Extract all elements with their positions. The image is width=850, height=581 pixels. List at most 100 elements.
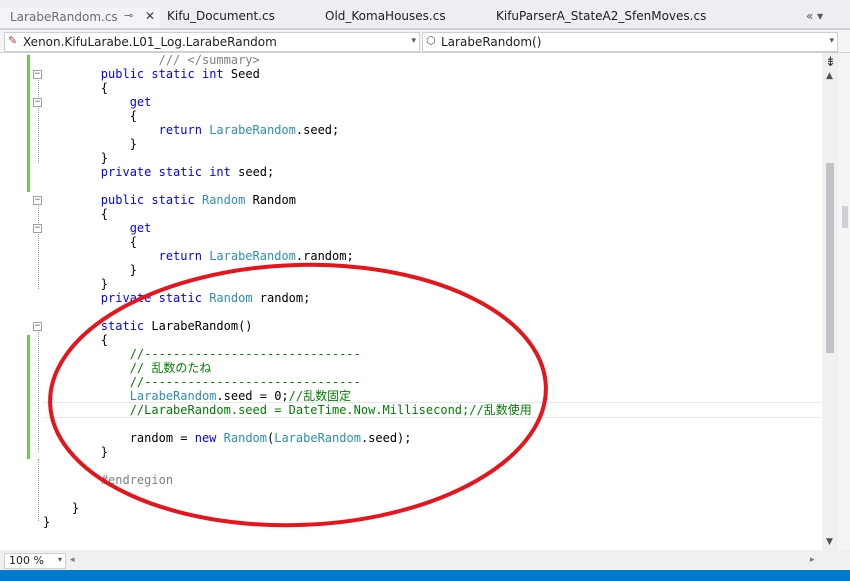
member-dropdown-value: LarabeRandom() (441, 35, 542, 49)
code-text: { (43, 109, 137, 123)
type-dropdown-value: Xenon.KifuLarabe.L01_Log.LarabeRandom (23, 35, 277, 49)
code-line: { (0, 235, 822, 249)
code-text: LarabeRandom.seed = 0;//乱数固定 (129, 389, 352, 403)
code-text: get (129, 221, 152, 235)
code-text: } (43, 151, 109, 165)
code-line: } (0, 151, 822, 165)
code-line: //LarabeRandom.seed = DateTime.Now.Milli… (0, 403, 822, 417)
code-line: } (0, 445, 822, 459)
code-line: //------------------------------ (0, 375, 822, 389)
collapse-icon[interactable]: − (33, 224, 42, 233)
class-icon: ✎ (8, 34, 18, 47)
code-line: random = new Random(LarabeRandom.seed); (0, 431, 822, 445)
code-line: private static Random random; (0, 291, 822, 305)
code-text: } (43, 515, 51, 529)
code-text: private static int seed; (100, 165, 275, 179)
code-text: //LarabeRandom.seed = DateTime.Now.Milli… (43, 403, 532, 417)
code-line: } (0, 263, 822, 277)
chevron-down-icon: ▾ (411, 36, 416, 46)
zoom-dropdown[interactable]: 100 % ▾ (4, 553, 66, 569)
tab-label: Old_KomaHouses.cs (325, 9, 446, 23)
vertical-scrollbar[interactable]: ⇟ ▲ ▼ (822, 53, 838, 550)
scroll-down-icon[interactable]: ▼ (826, 537, 833, 547)
code-line: { (0, 81, 822, 95)
scrollbar-thumb[interactable] (826, 163, 834, 353)
status-bar (0, 570, 850, 581)
code-text: get (129, 95, 152, 109)
code-line: − static LarabeRandom() (0, 319, 822, 333)
code-line: } (0, 501, 822, 515)
code-line: } (0, 137, 822, 151)
code-text: } (43, 445, 109, 459)
tab-label: LarabeRandom.cs (10, 10, 118, 24)
code-text: { (43, 81, 109, 95)
code-line: #endregion (0, 473, 822, 487)
close-icon[interactable]: ✕ (145, 9, 155, 23)
scroll-up-icon[interactable]: ▲ (826, 71, 833, 81)
code-line: LarabeRandom.seed = 0;//乱数固定 (0, 389, 822, 403)
code-text: } (43, 263, 137, 277)
code-text: return LarabeRandom.random; (158, 249, 354, 263)
code-text: } (43, 501, 80, 515)
code-editor[interactable]: /// </summary> − public static int Seed … (0, 53, 822, 550)
code-line: { (0, 207, 822, 221)
tab-label: KifuParserA_StateA2_SfenMoves.cs (496, 9, 707, 23)
editor-bottom-bar: 100 % ▾ ◂ ▸ (0, 550, 850, 570)
chevron-down-icon: ▾ (57, 555, 62, 564)
code-text: private static Random random; (100, 291, 311, 305)
method-icon: ⬡ (426, 34, 436, 47)
code-text: //------------------------------ (43, 375, 361, 389)
code-line: } (0, 277, 822, 291)
code-text: /// </summary> (100, 53, 260, 67)
code-line: } (0, 515, 822, 529)
code-line: { (0, 333, 822, 347)
code-text: #endregion (43, 473, 174, 487)
code-line: − get (0, 95, 822, 109)
tab-kifuparser[interactable]: KifuParserA_StateA2_SfenMoves.cs (496, 9, 706, 23)
code-line: − public static Random Random (0, 193, 822, 207)
code-text: // 乱数のたね (43, 361, 212, 375)
collapse-icon[interactable]: − (33, 196, 42, 205)
code-line: − public static int Seed (0, 67, 822, 81)
code-text: public static int Seed (100, 67, 260, 81)
tab-kifu-document[interactable]: Kifu_Document.cs (167, 9, 275, 23)
code-line: { (0, 109, 822, 123)
pane-marker (842, 206, 848, 228)
navigation-bar: ✎ Xenon.KifuLarabe.L01_Log.LarabeRandom … (0, 30, 850, 53)
member-dropdown[interactable]: ⬡ LarabeRandom() ▾ (422, 32, 838, 52)
code-text: //------------------------------ (43, 347, 361, 361)
scroll-left-icon[interactable]: ◂ (70, 555, 75, 565)
pin-icon[interactable]: ⊸ (124, 9, 133, 22)
scroll-right-icon[interactable]: ▸ (810, 555, 815, 565)
adjacent-pane-edge (838, 53, 850, 550)
code-text: return LarabeRandom.seed; (158, 123, 340, 137)
code-text: public static Random Random (100, 193, 296, 207)
code-line: /// </summary> (0, 53, 822, 67)
code-line: − get (0, 221, 822, 235)
code-text: { (43, 235, 137, 249)
tab-overflow-icon[interactable]: « ▾ (806, 9, 823, 23)
code-line: return LarabeRandom.seed; (0, 123, 822, 137)
collapse-icon[interactable]: − (33, 70, 42, 79)
type-dropdown[interactable]: ✎ Xenon.KifuLarabe.L01_Log.LarabeRandom … (4, 32, 420, 52)
collapse-icon[interactable]: − (33, 322, 42, 331)
code-line: return LarabeRandom.random; (0, 249, 822, 263)
tab-old-komahouses[interactable]: Old_KomaHouses.cs (325, 9, 446, 23)
document-tab-bar: LarabeRandom.cs ⊸ ✕ Kifu_Document.cs Old… (0, 0, 850, 30)
tab-label: Kifu_Document.cs (167, 9, 275, 23)
code-line: // 乱数のたね (0, 361, 822, 375)
tab-laraberandom[interactable]: LarabeRandom.cs ⊸ ✕ (0, 8, 160, 28)
code-text: { (43, 333, 109, 347)
split-window-icon[interactable]: ⇟ (825, 55, 836, 70)
code-text: } (43, 277, 109, 291)
code-text: random = new Random(LarabeRandom.seed); (43, 431, 412, 445)
code-text: static LarabeRandom() (100, 319, 253, 333)
code-text: } (43, 137, 137, 151)
collapse-icon[interactable]: − (33, 98, 42, 107)
chevron-down-icon: ▾ (829, 36, 834, 46)
